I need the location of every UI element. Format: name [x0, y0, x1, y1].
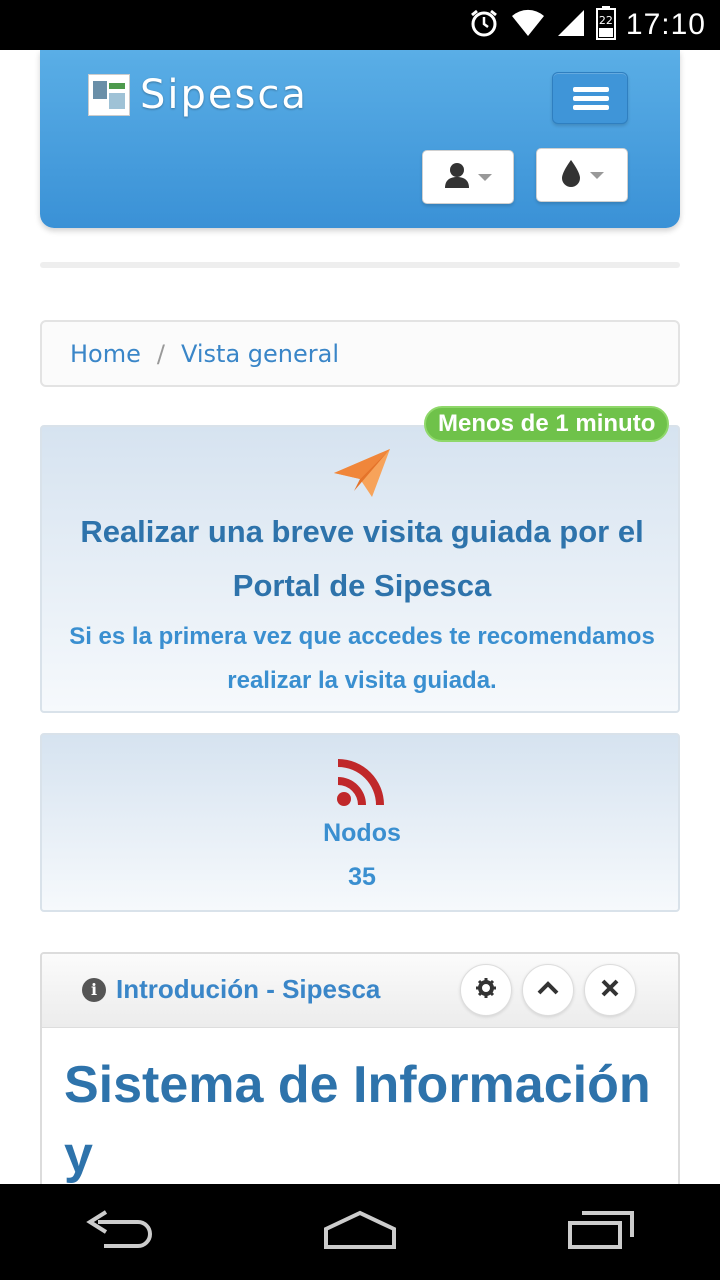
nodos-label: Nodos	[323, 819, 401, 847]
status-bar: 22 17:10	[0, 0, 720, 50]
user-menu-button[interactable]	[422, 150, 514, 204]
brand-title: Sipesca	[140, 72, 308, 118]
widget-header: i Introdución - Sipesca	[42, 954, 678, 1028]
back-icon[interactable]	[84, 1210, 154, 1254]
nodos-count: 35	[348, 863, 376, 891]
hamburger-icon	[573, 87, 609, 92]
gear-icon	[475, 977, 497, 1003]
settings-button[interactable]	[460, 964, 512, 1016]
widget-heading: Sistema de Información y	[64, 1056, 651, 1184]
breadcrumb-home[interactable]: Home	[70, 340, 141, 368]
intro-widget: i Introdución - Sipesca Sistema de Infor…	[40, 952, 680, 1192]
info-icon: i	[82, 977, 106, 1002]
home-icon[interactable]	[322, 1209, 398, 1255]
close-icon	[600, 978, 620, 1002]
battery-icon: 22	[595, 6, 616, 44]
rss-icon	[336, 757, 386, 811]
chevron-up-icon	[537, 980, 559, 1000]
breadcrumb-separator: /	[156, 339, 165, 368]
navbar: Sipesca	[40, 50, 680, 228]
nodos-panel[interactable]: Nodos 35	[40, 733, 680, 912]
duration-badge: Menos de 1 minuto	[424, 406, 670, 442]
collapse-button[interactable]	[522, 964, 574, 1016]
close-button[interactable]	[584, 964, 636, 1016]
paper-plane-icon	[332, 447, 392, 503]
breadcrumb: Home / Vista general	[40, 320, 680, 387]
status-clock: 17:10	[625, 8, 706, 41]
drop-icon	[560, 159, 582, 191]
widget-title-text: Introdución - Sipesca	[116, 974, 381, 1004]
widget-title: i Introdución - Sipesca	[82, 974, 380, 1005]
battery-level: 22	[598, 14, 613, 27]
breadcrumb-current[interactable]: Vista general	[181, 340, 339, 368]
tour-title: Realizar una breve visita guiada por el …	[80, 514, 644, 603]
user-icon	[444, 162, 470, 192]
signal-icon	[556, 8, 586, 42]
brand-logo	[88, 74, 130, 116]
system-nav-bar	[0, 1184, 720, 1280]
divider	[40, 262, 680, 268]
guided-tour-panel[interactable]: Realizar una breve visita guiada por el …	[40, 425, 680, 713]
alarm-icon	[468, 7, 500, 43]
theme-menu-button[interactable]	[536, 148, 628, 202]
tour-subtitle: Si es la primera vez que accedes te reco…	[69, 623, 655, 694]
wifi-icon	[510, 8, 546, 42]
brand[interactable]: Sipesca	[88, 72, 308, 118]
chevron-down-icon	[478, 173, 492, 181]
recents-icon[interactable]	[566, 1209, 636, 1255]
menu-toggle-button[interactable]	[552, 72, 628, 124]
chevron-down-icon	[590, 171, 604, 179]
